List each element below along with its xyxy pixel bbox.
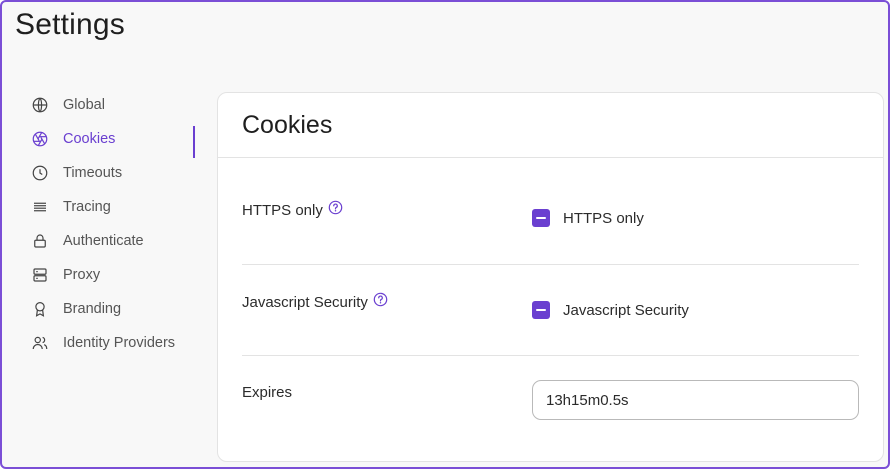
- sidebar-item-global[interactable]: Global: [30, 88, 195, 122]
- https-only-row: HTTPS only HTTPS only: [242, 158, 859, 265]
- sidebar-item-label: Tracing: [63, 199, 111, 215]
- help-icon[interactable]: [328, 200, 343, 215]
- users-icon: [30, 333, 50, 353]
- expires-row: Expires: [242, 356, 859, 456]
- page-title: Settings: [15, 8, 125, 41]
- sidebar-item-label: Timeouts: [63, 165, 123, 181]
- https-only-label-wrap: HTTPS only: [242, 200, 343, 219]
- indeterminate-dash-icon: [536, 309, 546, 311]
- sidebar-item-authenticate[interactable]: Authenticate: [30, 224, 195, 258]
- sidebar-item-label: Cookies: [63, 131, 116, 147]
- lock-icon: [30, 231, 50, 251]
- server-icon: [30, 265, 50, 285]
- sidebar-item-tracing[interactable]: Tracing: [30, 190, 195, 224]
- sidebar-item-label: Authenticate: [63, 233, 144, 249]
- sidebar-item-timeouts[interactable]: Timeouts: [30, 156, 195, 190]
- expires-input[interactable]: [532, 380, 859, 420]
- indeterminate-dash-icon: [536, 217, 546, 219]
- settings-window: Settings Global Cookies Timeouts Tracing: [0, 0, 890, 469]
- sidebar-item-label: Global: [63, 97, 105, 113]
- javascript-security-checkbox[interactable]: [532, 301, 550, 319]
- expires-label-wrap: Expires: [242, 384, 292, 401]
- card-header: Cookies: [218, 93, 883, 158]
- award-icon: [30, 299, 50, 319]
- javascript-security-label-wrap: Javascript Security: [242, 292, 388, 311]
- https-only-checkbox-label: HTTPS only: [563, 209, 644, 227]
- card-title: Cookies: [242, 110, 333, 139]
- clock-icon: [30, 163, 50, 183]
- sidebar-item-identity-providers[interactable]: Identity Providers: [30, 326, 195, 360]
- sidebar-item-label: Identity Providers: [63, 335, 176, 351]
- cookie-aperture-icon: [30, 129, 50, 149]
- cookies-card: Cookies HTTPS only HTTPS only Javascript…: [217, 92, 884, 462]
- https-only-checkbox[interactable]: [532, 209, 550, 227]
- sidebar-item-label: Branding: [63, 301, 122, 317]
- globe-icon: [30, 95, 50, 115]
- javascript-security-checkbox-label: Javascript Security: [563, 301, 689, 319]
- javascript-security-checkbox-field[interactable]: Javascript Security: [532, 301, 689, 319]
- sidebar-item-branding[interactable]: Branding: [30, 292, 195, 326]
- help-icon[interactable]: [373, 292, 388, 307]
- settings-sidebar: Global Cookies Timeouts Tracing Authenti…: [30, 88, 195, 360]
- javascript-security-row: Javascript Security Javascript Security: [242, 265, 859, 356]
- expires-label: Expires: [242, 384, 293, 401]
- lines-icon: [30, 197, 50, 217]
- sidebar-item-label: Proxy: [63, 267, 101, 283]
- sidebar-item-proxy[interactable]: Proxy: [30, 258, 195, 292]
- javascript-security-label: Javascript Security: [242, 294, 368, 311]
- https-only-checkbox-field[interactable]: HTTPS only: [532, 209, 644, 227]
- sidebar-item-cookies[interactable]: Cookies: [30, 122, 195, 158]
- https-only-label: HTTPS only: [242, 202, 323, 219]
